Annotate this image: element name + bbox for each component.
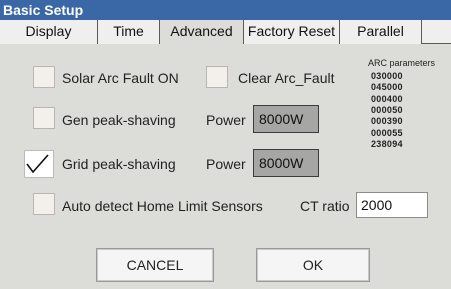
- arc-parameter-value: 000055: [371, 128, 403, 138]
- ok-button[interactable]: OK: [256, 248, 370, 282]
- gen-power-label: Power: [206, 112, 246, 128]
- tab-time[interactable]: Time: [98, 20, 160, 44]
- clear-arc-fault-label: Clear Arc_Fault: [238, 70, 335, 86]
- tab-advanced[interactable]: Advanced: [160, 20, 244, 45]
- gen-power-field[interactable]: 8000W: [253, 105, 319, 133]
- grid-power-field[interactable]: 8000W: [253, 149, 319, 177]
- advanced-panel: Solar Arc Fault ON Clear Arc_Fault ARC p…: [0, 44, 451, 289]
- tab-display[interactable]: Display: [0, 20, 98, 44]
- arc-parameter-value: 000390: [371, 116, 403, 126]
- arc-parameter-value: 000400: [371, 94, 403, 104]
- clear-arc-fault-checkbox[interactable]: [206, 66, 228, 88]
- ct-ratio-label: CT ratio: [300, 198, 350, 214]
- auto-detect-checkbox[interactable]: [33, 193, 55, 215]
- arc-parameter-value: 045000: [371, 82, 403, 92]
- tab-parallel[interactable]: Parallel: [340, 20, 422, 44]
- solar-arc-fault-checkbox[interactable]: [33, 66, 55, 88]
- arc-parameter-value: 000050: [371, 105, 403, 115]
- arc-parameters-title: ARC parameters: [368, 58, 436, 68]
- cancel-button[interactable]: CANCEL: [96, 248, 214, 282]
- arc-parameter-value: 238094: [371, 139, 403, 149]
- solar-arc-fault-label: Solar Arc Fault ON: [62, 70, 179, 86]
- tab-factory-reset[interactable]: Factory Reset: [244, 20, 340, 44]
- checkmark-icon: [26, 154, 49, 174]
- ct-ratio-input[interactable]: 2000: [356, 192, 428, 218]
- grid-peak-shaving-checkbox[interactable]: [24, 150, 54, 178]
- grid-power-label: Power: [206, 156, 246, 172]
- tab-bar: Display Time Advanced Factory Reset Para…: [0, 20, 451, 45]
- gen-peak-shaving-checkbox[interactable]: [33, 107, 55, 129]
- window-title: Basic Setup: [0, 0, 451, 20]
- auto-detect-label: Auto detect Home Limit Sensors: [62, 198, 263, 214]
- arc-parameter-value: 030000: [371, 71, 403, 81]
- grid-peak-shaving-label: Grid peak-shaving: [62, 156, 176, 172]
- gen-peak-shaving-label: Gen peak-shaving: [62, 112, 176, 128]
